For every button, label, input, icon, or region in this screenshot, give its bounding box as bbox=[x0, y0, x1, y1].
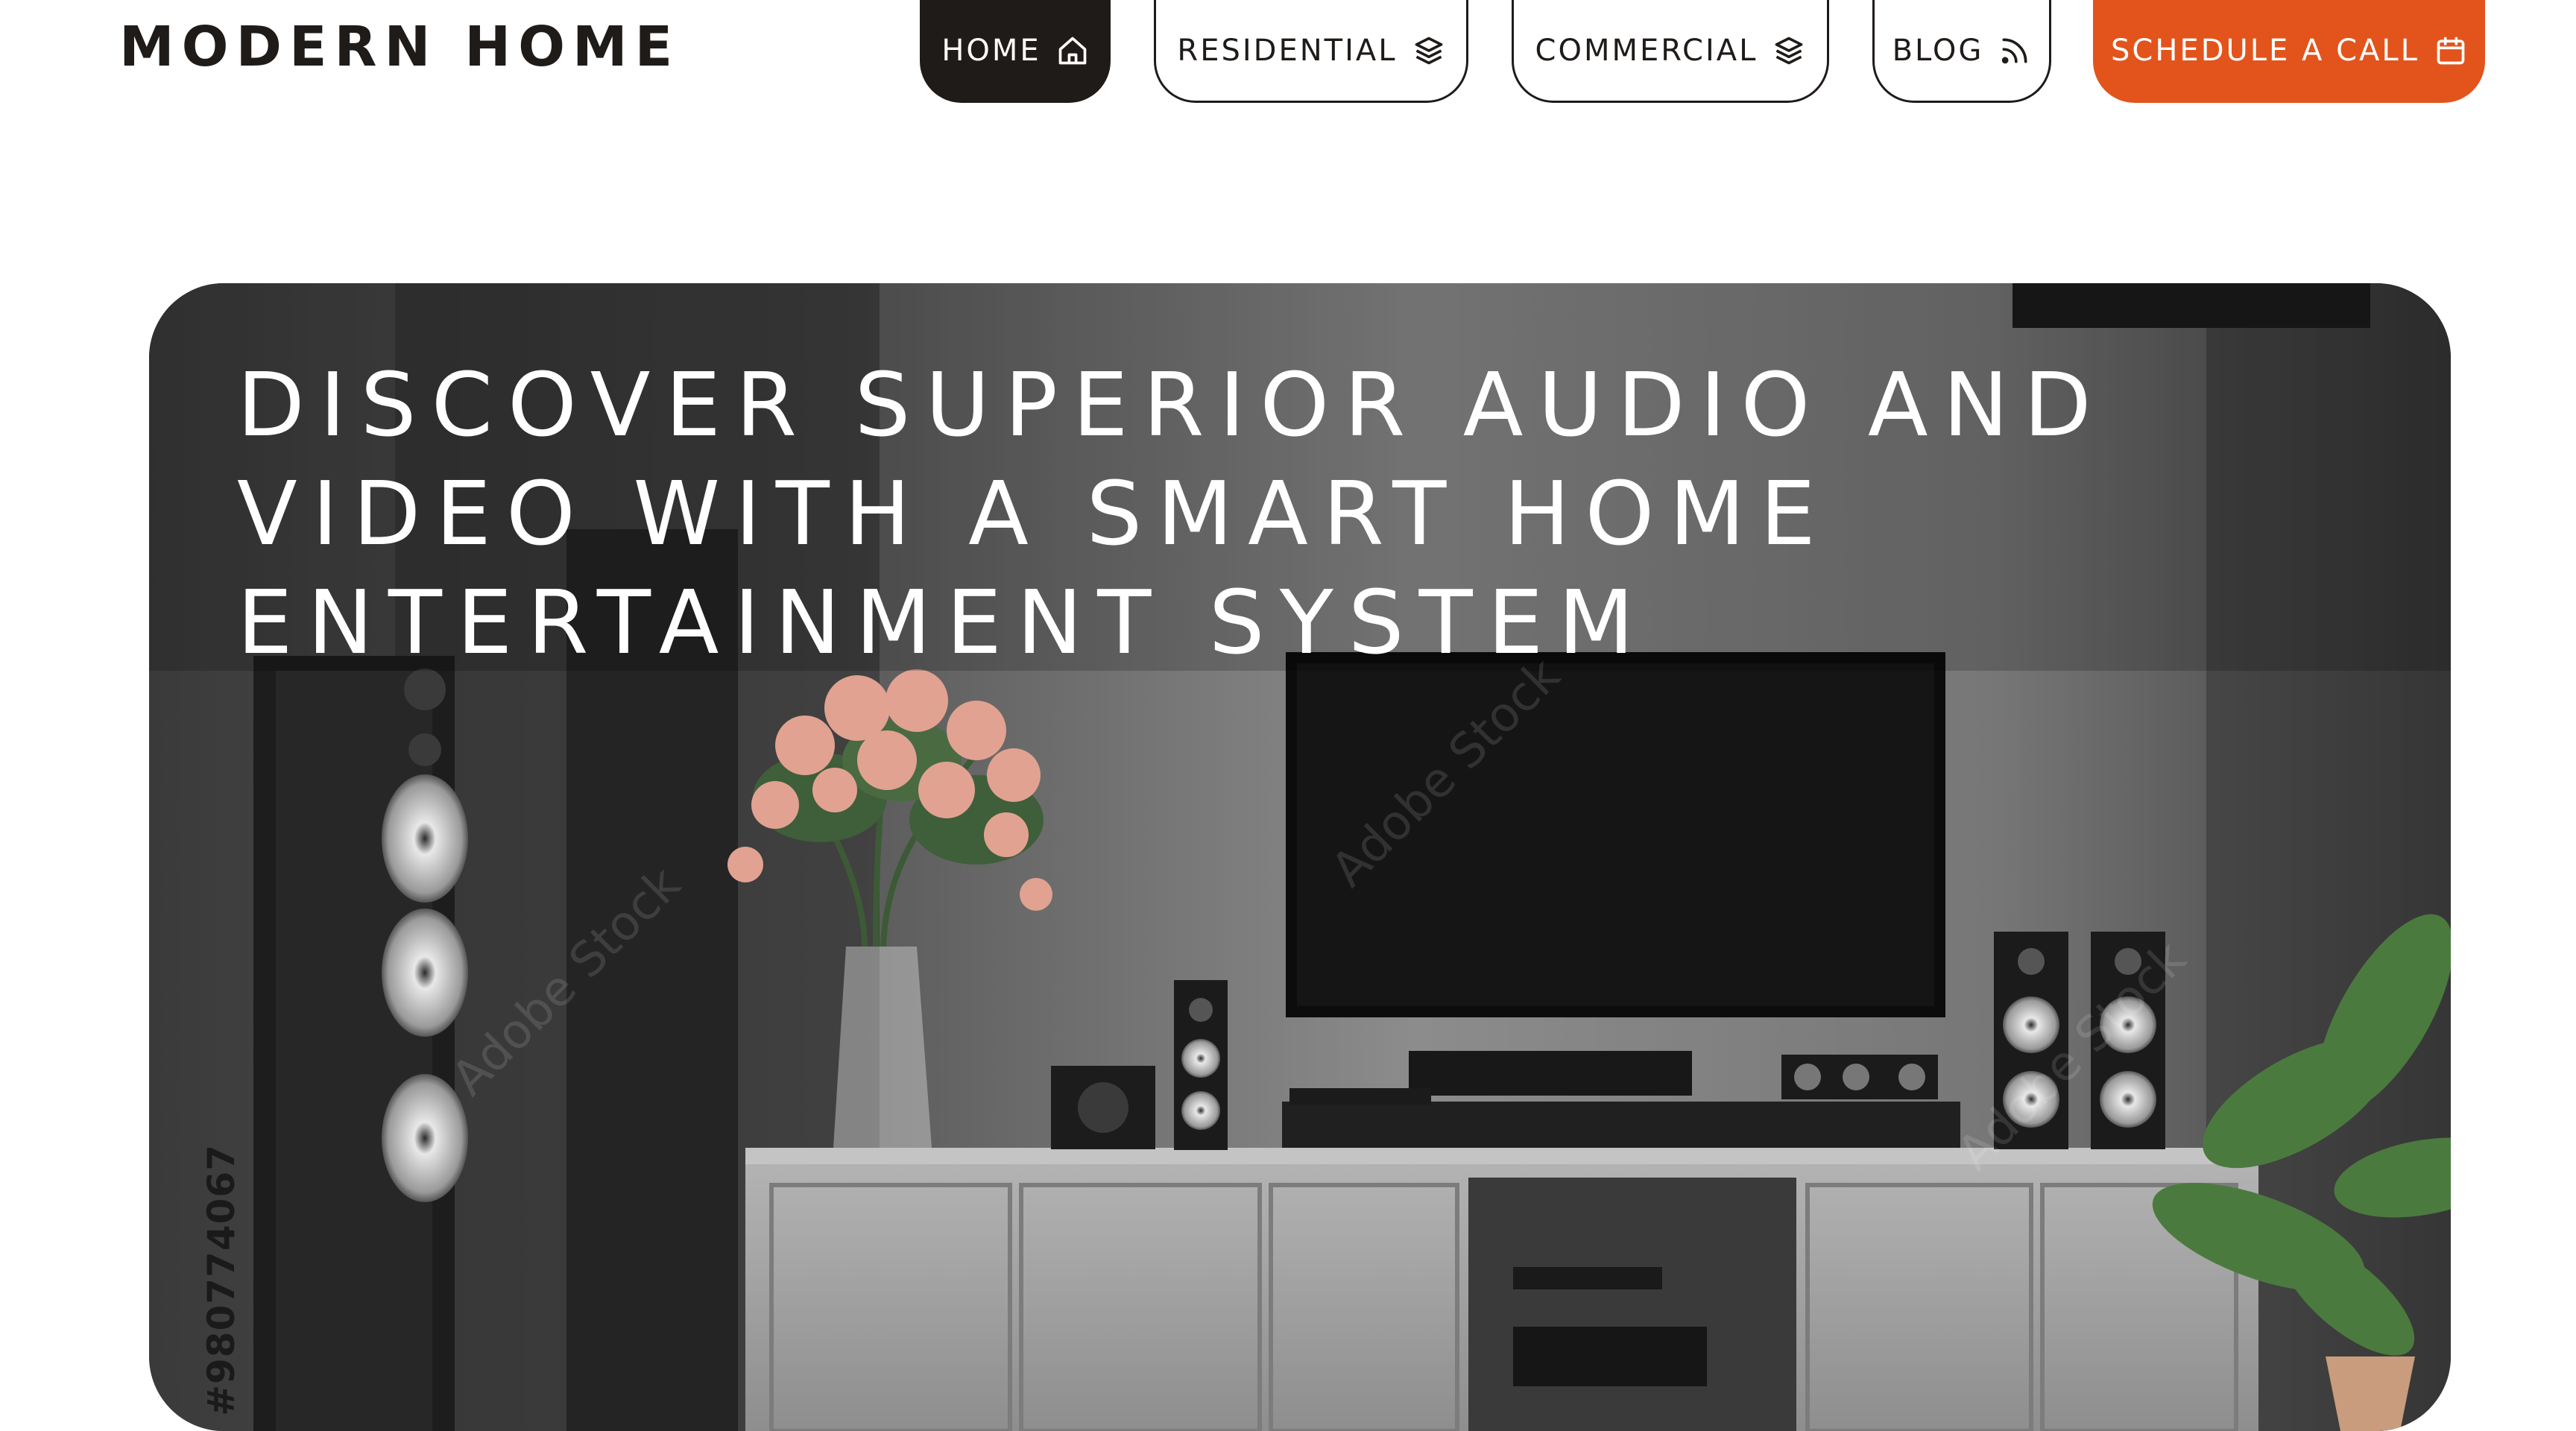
nav-commercial-button[interactable]: COMMERCIAL bbox=[1512, 0, 1829, 103]
nav-blog-label: BLOG bbox=[1892, 33, 1984, 68]
rss-icon bbox=[2002, 38, 2027, 63]
logo[interactable]: MODERN HOME bbox=[119, 19, 680, 75]
nav-residential-label: RESIDENTIAL bbox=[1177, 33, 1398, 68]
layers-icon bbox=[1415, 37, 1442, 64]
nav-commercial-label: COMMERCIAL bbox=[1535, 33, 1758, 68]
nav-blog-button[interactable]: BLOG bbox=[1872, 0, 2051, 103]
page: MODERN HOME HOME RESIDENTIAL COMMERCIAL … bbox=[0, 0, 2576, 1431]
layers-icon bbox=[1775, 37, 1803, 64]
nav-home-button[interactable]: HOME bbox=[920, 0, 1111, 103]
nav-residential-button[interactable]: RESIDENTIAL bbox=[1154, 0, 1468, 103]
stock-id: #980774067 bbox=[200, 1143, 243, 1416]
schedule-call-button[interactable]: SCHEDULE A CALL bbox=[2093, 0, 2485, 103]
hero-title: DISCOVER SUPERIOR AUDIO AND VIDEO WITH A… bbox=[237, 353, 2106, 674]
nav-home-label: HOME bbox=[941, 33, 1041, 68]
home-icon bbox=[1058, 37, 1087, 64]
hero-banner: Adobe Stock Adobe Stock Adobe Stock DISC… bbox=[149, 283, 2451, 1431]
calendar-icon bbox=[2437, 37, 2465, 64]
schedule-call-label: SCHEDULE A CALL bbox=[2111, 33, 2419, 68]
